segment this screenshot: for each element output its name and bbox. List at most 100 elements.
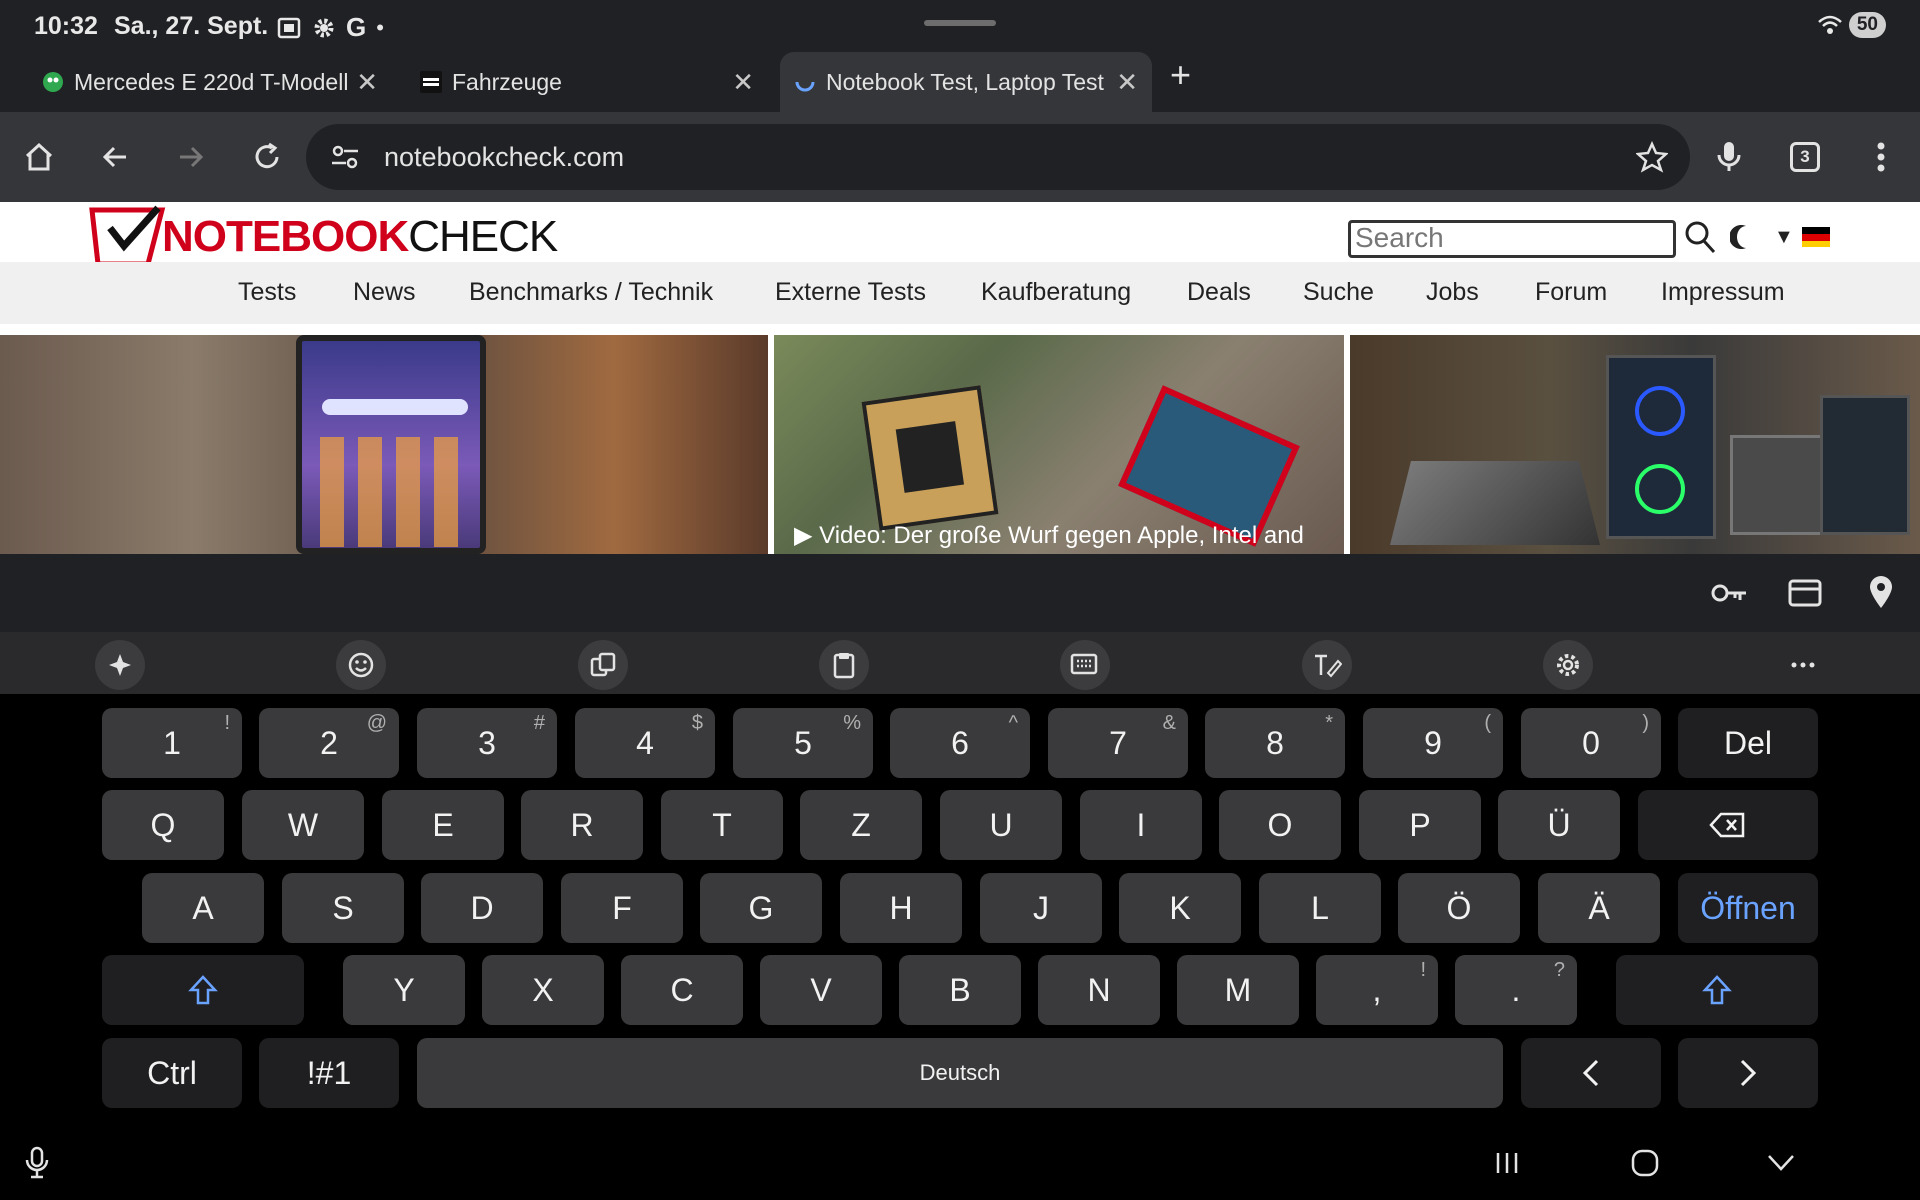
nav-news[interactable]: News (353, 278, 416, 307)
ctrl-key[interactable]: Ctrl (102, 1038, 242, 1108)
emoji-button[interactable] (336, 640, 386, 690)
key-s[interactable]: S (282, 873, 404, 943)
nav-forum[interactable]: Forum (1535, 278, 1607, 307)
new-tab-plus-icon[interactable]: + (1170, 54, 1191, 96)
voice-input-microphone-icon[interactable] (24, 1146, 50, 1180)
forward-button[interactable] (164, 130, 218, 184)
nav-deals[interactable]: Deals (1187, 278, 1251, 307)
webpage-viewport[interactable]: NOTEBOOKCHECK Search ▼ Tests News Benchm… (0, 202, 1920, 554)
key-2[interactable]: 2 @ (259, 708, 399, 778)
recent-apps-icon[interactable] (1494, 1150, 1520, 1176)
close-tab-icon[interactable]: ✕ (1116, 67, 1138, 98)
key-t[interactable]: T (661, 790, 783, 860)
key-i[interactable]: I (1080, 790, 1202, 860)
backspace-key[interactable] (1638, 790, 1818, 860)
more-tools-button[interactable] (1786, 640, 1820, 690)
handwriting-button[interactable] (1302, 640, 1352, 690)
key-z[interactable]: Z (800, 790, 922, 860)
hero-image-smartphone[interactable] (0, 335, 768, 554)
nav-tests[interactable]: Tests (238, 278, 296, 307)
site-search-input[interactable]: Search (1348, 220, 1676, 258)
reload-button[interactable] (240, 130, 294, 184)
key-comma[interactable]: ,! (1316, 955, 1438, 1025)
key-f[interactable]: F (561, 873, 683, 943)
language-dropdown-icon[interactable]: ▼ (1774, 226, 1794, 249)
key-ue[interactable]: Ü (1498, 790, 1620, 860)
nav-kaufberatung[interactable]: Kaufberatung (981, 278, 1131, 307)
hide-keyboard-chevron-down-icon[interactable] (1766, 1152, 1796, 1174)
tab-notebookcheck[interactable]: Notebook Test, Laptop Test u ✕ (780, 52, 1152, 112)
key-7[interactable]: 7 & (1048, 708, 1188, 778)
key-6[interactable]: 6 ^ (890, 708, 1030, 778)
voice-search-button[interactable] (1702, 130, 1756, 184)
space-key[interactable]: Deutsch (417, 1038, 1503, 1108)
key-k[interactable]: K (1119, 873, 1241, 943)
shift-left-key[interactable] (102, 955, 304, 1025)
keyboard-mode-button[interactable] (1060, 640, 1110, 690)
back-button[interactable] (88, 130, 142, 184)
key-p[interactable]: P (1359, 790, 1481, 860)
bookmark-star-icon[interactable] (1636, 141, 1668, 173)
german-flag-icon[interactable] (1802, 227, 1830, 247)
location-pin-icon[interactable] (1868, 574, 1894, 610)
dark-mode-moon-icon[interactable] (1730, 224, 1752, 250)
home-button[interactable] (12, 130, 66, 184)
nav-externe-tests[interactable]: Externe Tests (775, 278, 926, 307)
key-g[interactable]: G (700, 873, 822, 943)
key-e[interactable]: E (382, 790, 504, 860)
key-ae[interactable]: Ä (1538, 873, 1660, 943)
nav-benchmarks[interactable]: Benchmarks / Technik (469, 278, 713, 307)
key-j[interactable]: J (980, 873, 1102, 943)
overflow-menu-button[interactable] (1854, 130, 1908, 184)
close-tab-icon[interactable]: ✕ (732, 67, 754, 98)
site-info-tune-icon[interactable] (330, 142, 360, 172)
key-h[interactable]: H (840, 873, 962, 943)
key-c[interactable]: C (621, 955, 743, 1025)
keyboard-settings-button[interactable] (1543, 640, 1593, 690)
key-3[interactable]: 3 # (417, 708, 557, 778)
hero-image-mini-pcs[interactable] (1350, 335, 1920, 554)
key-w[interactable]: W (242, 790, 364, 860)
key-m[interactable]: M (1177, 955, 1299, 1025)
address-bar[interactable]: notebookcheck.com (306, 124, 1690, 190)
key-y[interactable]: Y (343, 955, 465, 1025)
key-d[interactable]: D (421, 873, 543, 943)
key-r[interactable]: R (521, 790, 643, 860)
symbols-key[interactable]: !#1 (259, 1038, 399, 1108)
clipboard-button[interactable] (819, 640, 869, 690)
cursor-left-key[interactable] (1521, 1038, 1661, 1108)
enter-open-key[interactable]: Öffnen (1678, 873, 1818, 943)
ai-sparkle-button[interactable] (95, 640, 145, 690)
tab-mercedes[interactable]: Mercedes E 220d T-Modell A ✕ (28, 52, 392, 112)
key-n[interactable]: N (1038, 955, 1160, 1025)
translate-button[interactable] (578, 640, 628, 690)
tab-switcher-button[interactable]: 3 (1778, 130, 1832, 184)
site-logo[interactable]: NOTEBOOKCHECK (162, 212, 558, 262)
hero-image-video-chips[interactable]: ▶ Video: Der große Wurf gegen Apple, Int… (774, 335, 1344, 554)
key-a[interactable]: A (142, 873, 264, 943)
credit-card-icon[interactable] (1788, 578, 1822, 608)
key-0[interactable]: 0) (1521, 708, 1661, 778)
key-v[interactable]: V (760, 955, 882, 1025)
key-oe[interactable]: Ö (1398, 873, 1520, 943)
nav-jobs[interactable]: Jobs (1426, 278, 1479, 307)
key-o[interactable]: O (1219, 790, 1341, 860)
key-del[interactable]: Del (1678, 708, 1818, 778)
key-8[interactable]: 8 * (1205, 708, 1345, 778)
key-u[interactable]: U (940, 790, 1062, 860)
tab-fahrzeuge[interactable]: Fahrzeuge ✕ (406, 52, 768, 112)
cursor-right-key[interactable] (1678, 1038, 1818, 1108)
key-b[interactable]: B (899, 955, 1021, 1025)
key-q[interactable]: Q (102, 790, 224, 860)
key-icon[interactable] (1710, 576, 1748, 610)
close-tab-icon[interactable]: ✕ (356, 67, 378, 98)
key-4[interactable]: 4 $ (575, 708, 715, 778)
search-icon[interactable] (1684, 220, 1716, 254)
drag-handle[interactable] (924, 20, 996, 26)
key-1[interactable]: 1! (102, 708, 242, 778)
key-l[interactable]: L (1259, 873, 1381, 943)
key-5[interactable]: 5% (733, 708, 873, 778)
nav-impressum[interactable]: Impressum (1661, 278, 1785, 307)
home-nav-icon[interactable] (1630, 1148, 1660, 1178)
nav-suche[interactable]: Suche (1303, 278, 1374, 307)
